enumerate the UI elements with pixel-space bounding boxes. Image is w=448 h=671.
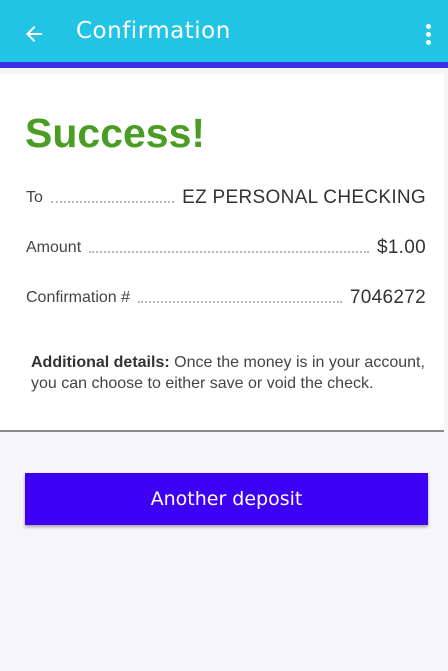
app-bar: Confirmation — [0, 0, 448, 68]
more-vertical-icon — [425, 23, 431, 29]
to-label: To — [26, 189, 43, 206]
confirmation-card: Success! To EZ PERSONAL CHECKING Amount … — [0, 74, 444, 432]
amount-row: Amount $1.00 — [26, 231, 426, 261]
dotted-leader — [89, 250, 369, 253]
arrow-left-icon — [26, 26, 42, 42]
dotted-leader — [138, 300, 342, 303]
overflow-menu-button[interactable] — [414, 16, 442, 52]
confirmation-number-label: Confirmation # — [26, 289, 131, 306]
confirmation-number-value: 7046272 — [349, 287, 426, 308]
confirmation-number-row: Confirmation # 7046272 — [26, 281, 426, 311]
back-button[interactable] — [14, 14, 54, 54]
another-deposit-button[interactable]: Another deposit — [25, 473, 428, 525]
to-value: EZ PERSONAL CHECKING — [182, 187, 426, 208]
amount-value: $1.00 — [376, 237, 426, 258]
additional-details: Additional details: Once the money is in… — [31, 352, 426, 394]
amount-label: Amount — [26, 239, 82, 256]
success-heading: Success! — [25, 110, 206, 156]
additional-details-label: Additional details: — [31, 354, 170, 371]
dotted-leader — [50, 200, 175, 203]
to-row: To EZ PERSONAL CHECKING — [26, 181, 426, 211]
page-title: Confirmation — [76, 18, 231, 44]
